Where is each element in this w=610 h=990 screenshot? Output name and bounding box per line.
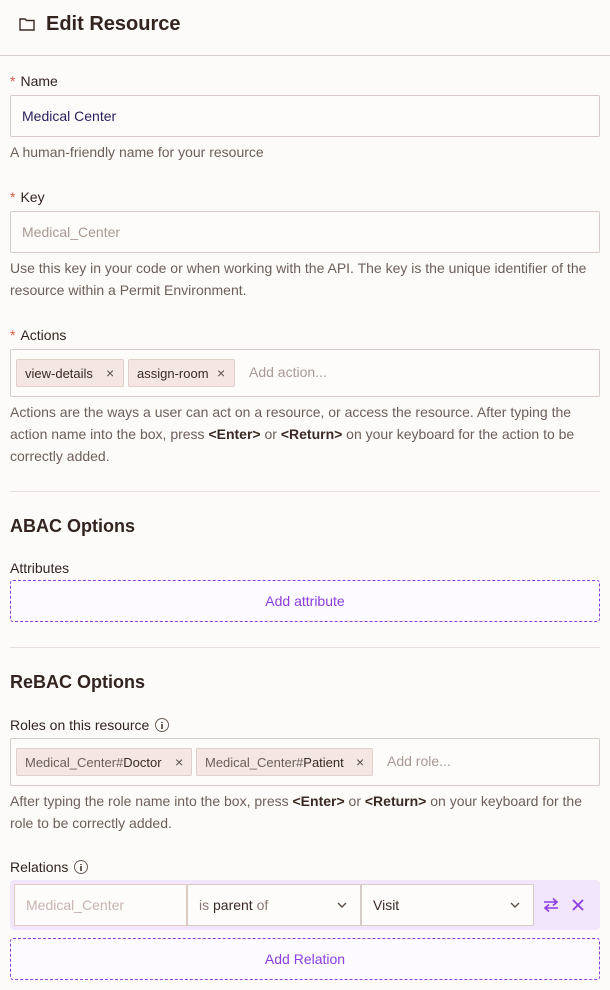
key-label: * Key — [10, 189, 45, 205]
action-chip: assign-room × — [128, 359, 235, 387]
close-icon[interactable] — [569, 896, 587, 914]
actions-input[interactable]: view-details × assign-room × Add action.… — [10, 349, 600, 397]
name-input[interactable]: Medical Center — [10, 95, 600, 137]
key-placeholder: Medical_Center — [22, 224, 121, 240]
remove-chip-icon[interactable]: × — [356, 754, 364, 770]
folder-icon — [19, 18, 35, 31]
chevron-down-icon — [510, 902, 520, 908]
actions-label: * Actions — [10, 327, 67, 343]
page-header: Edit Resource — [0, 0, 610, 56]
swap-icon[interactable] — [542, 896, 560, 914]
roles-label: Roles on this resource — [10, 717, 170, 733]
name-help: A human-friendly name for your resource — [10, 144, 264, 160]
add-attribute-button[interactable]: Add attribute — [10, 580, 600, 622]
rebac-title: ReBAC Options — [10, 672, 145, 692]
remove-chip-icon[interactable]: × — [106, 365, 114, 381]
key-help: Use this key in your code or when workin… — [10, 260, 587, 298]
actions-help: Actions are the ways a user can act on a… — [10, 404, 575, 464]
relation-row: Medical_Center is parent of Visit — [10, 880, 600, 930]
relation-type-select[interactable]: is parent of — [187, 884, 361, 926]
remove-chip-icon[interactable]: × — [175, 754, 183, 770]
name-value: Medical Center — [22, 108, 117, 124]
abac-title: ABAC Options — [10, 516, 135, 536]
add-role-placeholder: Add role... — [387, 753, 451, 769]
role-chip: Medical_Center#Patient × — [196, 748, 373, 776]
roles-help: After typing the role name into the box,… — [10, 793, 582, 831]
roles-input[interactable]: Medical_Center#Doctor × Medical_Center#P… — [10, 738, 600, 786]
divider — [10, 647, 600, 648]
attributes-label: Attributes — [10, 560, 70, 576]
role-chip: Medical_Center#Doctor × — [16, 748, 192, 776]
info-icon[interactable] — [155, 718, 170, 732]
remove-chip-icon[interactable]: × — [217, 365, 225, 381]
name-label: * Name — [10, 73, 58, 89]
action-chip: view-details × — [16, 359, 124, 387]
page-title: Edit Resource — [46, 13, 181, 35]
relation-subject-input[interactable]: Medical_Center — [14, 884, 187, 926]
divider — [10, 491, 600, 492]
relation-target-select[interactable]: Visit — [361, 884, 534, 926]
chevron-down-icon — [337, 902, 347, 908]
add-relation-button[interactable]: Add Relation — [10, 938, 600, 980]
info-icon[interactable] — [74, 860, 89, 874]
relations-label: Relations — [10, 859, 89, 875]
add-action-placeholder: Add action... — [249, 364, 327, 380]
key-input[interactable]: Medical_Center — [10, 211, 600, 253]
